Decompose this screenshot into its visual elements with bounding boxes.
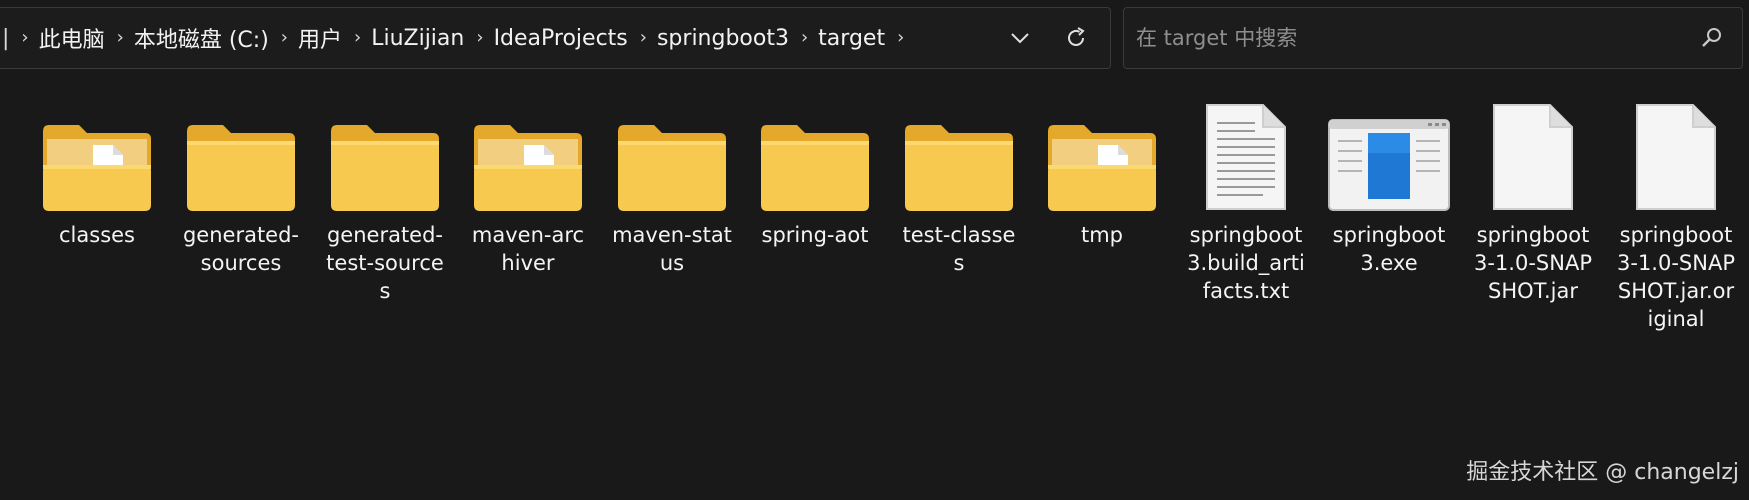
file-name: generated-sources <box>182 223 300 275</box>
list-item-build-artifacts-txt[interactable]: springboot3.build_artifacts.txt <box>1180 95 1312 305</box>
list-item-maven-status[interactable]: maven-status <box>606 95 738 277</box>
file-name: classes <box>59 223 135 247</box>
watermark: 掘金技术社区 @ changelzj <box>1466 460 1739 485</box>
chevron-right-icon[interactable]: › <box>640 29 647 47</box>
chevron-right-icon[interactable]: › <box>117 29 124 47</box>
file-name: springboot3.build_artifacts.txt <box>1187 223 1305 303</box>
file-name: maven-archiver <box>471 223 585 275</box>
chevron-right-icon[interactable]: › <box>354 29 361 47</box>
folder-icon <box>175 95 307 211</box>
list-item-test-classes[interactable]: test-classes <box>893 95 1025 277</box>
search-button[interactable] <box>1682 8 1742 68</box>
blank-file-icon <box>1467 95 1599 211</box>
file-name: spring-aot <box>761 223 869 247</box>
folder-icon <box>893 95 1025 211</box>
file-name: springboot3.exe <box>1332 223 1446 275</box>
list-item-snapshot-jar-original[interactable]: springboot3-1.0-SNAPSHOT.jar.original <box>1610 95 1742 333</box>
breadcrumb-local-disk[interactable]: 本地磁盘 (C:) <box>134 22 269 54</box>
list-item-maven-archiver[interactable]: maven-archiver <box>462 95 594 277</box>
breadcrumb-springboot3[interactable]: springboot3 <box>657 26 789 51</box>
folder-icon <box>606 95 738 211</box>
file-name: test-classes <box>902 223 1016 275</box>
search-input[interactable] <box>1124 25 1682 51</box>
list-item-springboot3-exe[interactable]: springboot3.exe <box>1323 95 1455 277</box>
list-item-tmp[interactable]: tmp <box>1036 95 1168 249</box>
breadcrumb-ideaprojects[interactable]: IdeaProjects <box>494 26 628 51</box>
breadcrumb-users[interactable]: 用户 <box>298 22 342 54</box>
file-name: springboot3-1.0-SNAPSHOT.jar.original <box>1617 223 1735 331</box>
text-file-icon <box>1180 95 1312 211</box>
folder-icon <box>749 95 881 211</box>
breadcrumb: | › 此电脑 › 本地磁盘 (C:) › 用户 › LiuZijian › I… <box>0 8 914 68</box>
list-item-generated-sources[interactable]: generated-sources <box>175 95 307 277</box>
blank-file-icon <box>1610 95 1742 211</box>
folder-icon <box>319 95 451 211</box>
chevron-right-icon[interactable]: › <box>21 29 28 47</box>
address-history-button[interactable] <box>992 10 1048 66</box>
chevron-down-icon <box>1011 33 1029 44</box>
list-item-generated-test-sources[interactable]: generated-test-sources <box>319 95 451 305</box>
chevron-right-icon[interactable]: › <box>801 29 808 47</box>
list-item-classes[interactable]: classes <box>31 95 163 249</box>
refresh-icon <box>1068 27 1085 46</box>
breadcrumb-target[interactable]: target <box>818 26 885 51</box>
breadcrumb-overflow-edge: | <box>2 25 10 51</box>
folder-with-file-icon <box>1036 95 1168 211</box>
chevron-right-icon[interactable]: › <box>281 29 288 47</box>
chevron-right-icon[interactable]: › <box>476 29 483 47</box>
file-name: maven-status <box>612 223 732 275</box>
search-icon <box>1702 28 1721 47</box>
refresh-button[interactable] <box>1048 10 1104 66</box>
file-name: springboot3-1.0-SNAPSHOT.jar <box>1474 223 1592 303</box>
file-name: generated-test-sources <box>326 223 444 303</box>
list-item-snapshot-jar[interactable]: springboot3-1.0-SNAPSHOT.jar <box>1467 95 1599 305</box>
breadcrumb-this-pc[interactable]: 此电脑 <box>39 22 105 54</box>
search-box[interactable] <box>1123 7 1743 69</box>
exe-file-icon <box>1323 95 1455 211</box>
chevron-right-icon[interactable]: › <box>897 29 904 47</box>
file-name: tmp <box>1080 223 1124 247</box>
breadcrumb-user[interactable]: LiuZijian <box>371 26 464 51</box>
list-item-spring-aot[interactable]: spring-aot <box>749 95 881 249</box>
address-bar[interactable]: | › 此电脑 › 本地磁盘 (C:) › 用户 › LiuZijian › I… <box>0 7 1111 69</box>
folder-with-file-icon <box>462 95 594 211</box>
folder-with-file-icon <box>31 95 163 211</box>
